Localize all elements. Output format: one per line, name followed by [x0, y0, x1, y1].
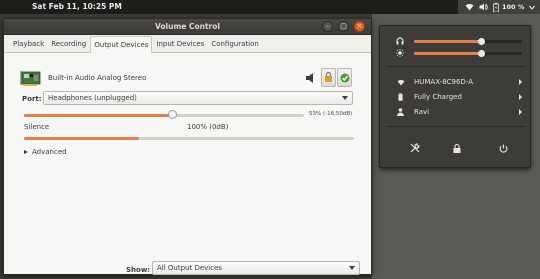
volume-slider-track[interactable] — [24, 114, 304, 117]
tab-bar: Playback Recording Output Devices Input … — [4, 35, 371, 53]
balance-slider-track[interactable] — [24, 137, 354, 140]
norm-label: 100% (0dB) — [187, 123, 229, 131]
wifi-icon — [396, 79, 405, 86]
menu-separator — [386, 66, 526, 67]
chevron-right-icon — [519, 94, 522, 100]
tab-configuration[interactable]: Configuration — [208, 36, 261, 52]
wifi-network-label: HUMAX-8C96D-A — [414, 78, 473, 86]
menu-item-battery[interactable]: Fully Charged — [396, 91, 522, 103]
wifi-icon[interactable] — [465, 3, 474, 11]
battery-status-label: Fully Charged — [414, 93, 462, 101]
tab-output-devices[interactable]: Output Devices — [90, 36, 153, 53]
menu-item-wifi[interactable]: HUMAX-8C96D-A — [396, 76, 522, 88]
silence-label: Silence — [24, 123, 50, 131]
volume-control-window: Volume Control – □ × Playback Recording … — [3, 18, 372, 275]
maximize-button[interactable]: □ — [338, 21, 349, 32]
volume-readout: 53% (-16,50dB) — [309, 111, 353, 117]
close-button[interactable]: × — [354, 21, 365, 32]
volume-menu-handle[interactable] — [478, 38, 485, 45]
port-select[interactable]: Headphones (unplugged) — [43, 91, 353, 105]
show-value: All Output Devices — [157, 264, 223, 272]
volume-menu-fill — [414, 40, 481, 43]
title-bar[interactable]: Volume Control – □ × — [4, 19, 371, 35]
advanced-expander[interactable]: Advanced — [24, 148, 67, 156]
settings-icon — [410, 143, 420, 153]
lock-icon — [325, 72, 332, 82]
power-icon — [499, 144, 507, 153]
sound-card-icon — [20, 71, 41, 86]
chevron-down-icon — [349, 266, 355, 270]
power-button[interactable] — [498, 143, 508, 153]
advanced-label: Advanced — [32, 148, 67, 156]
speaker-icon — [306, 73, 313, 83]
headphones-icon — [396, 37, 404, 45]
battery-icon — [493, 2, 499, 12]
brightness-menu-handle[interactable] — [478, 50, 485, 57]
chevron-down-icon[interactable] — [529, 5, 536, 10]
chevron-right-icon — [519, 79, 522, 85]
tab-input-devices[interactable]: Input Devices — [153, 36, 207, 52]
brightness-menu-fill — [414, 52, 481, 55]
port-label: Port: — [22, 95, 42, 103]
speaker-icon[interactable] — [479, 3, 488, 11]
indicator-menu: HUMAX-8C96D-A Fully Charged Ravi — [379, 25, 531, 168]
lock-icon — [453, 143, 461, 153]
set-default-button[interactable] — [337, 68, 352, 87]
show-label: Show: — [126, 266, 151, 274]
volume-menu-slider[interactable] — [396, 37, 522, 45]
user-icon — [396, 108, 405, 116]
menu-item-user[interactable]: Ravi — [396, 106, 522, 118]
balance-slider-fill — [24, 137, 139, 140]
battery-indicator[interactable]: 100 % — [493, 2, 525, 12]
volume-slider-handle[interactable] — [168, 110, 177, 119]
window-title: Volume Control — [155, 22, 220, 31]
battery-percent: 100 % — [502, 3, 525, 11]
check-icon — [340, 73, 349, 82]
lock-button[interactable] — [452, 143, 462, 153]
lock-channels-button[interactable] — [321, 68, 336, 87]
chevron-down-icon — [342, 96, 348, 100]
clock[interactable]: Sat Feb 11, 10:25 PM — [32, 2, 122, 11]
top-bar: Sat Feb 11, 10:25 PM 100 % — [0, 0, 540, 14]
minimize-button[interactable]: – — [322, 21, 333, 32]
tab-recording[interactable]: Recording — [48, 36, 89, 52]
show-select[interactable]: All Output Devices — [152, 261, 360, 275]
tab-playback[interactable]: Playback — [10, 36, 47, 52]
chevron-right-icon — [519, 109, 522, 115]
indicator-area[interactable]: 100 % — [458, 0, 540, 14]
battery-icon — [396, 93, 405, 101]
volume-slider-fill — [24, 114, 172, 117]
brightness-icon — [396, 49, 404, 57]
brightness-menu-slider[interactable] — [396, 49, 522, 57]
menu-separator — [386, 126, 526, 127]
settings-button[interactable] — [410, 143, 420, 153]
output-devices-panel: Built-in Audio Analog Stereo Port: Headp… — [4, 53, 371, 275]
user-name-label: Ravi — [414, 108, 430, 116]
expander-arrow-icon — [24, 150, 28, 154]
device-name: Built-in Audio Analog Stereo — [48, 74, 147, 82]
port-value: Headphones (unplugged) — [48, 94, 137, 102]
